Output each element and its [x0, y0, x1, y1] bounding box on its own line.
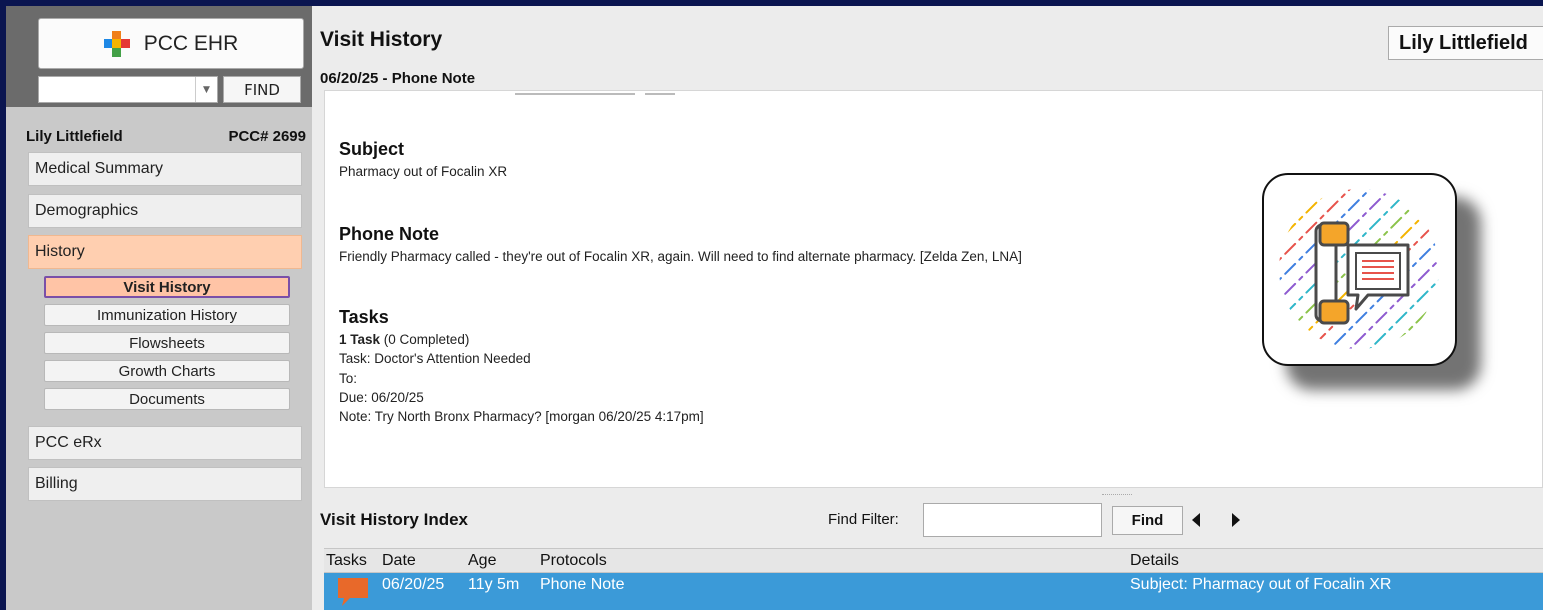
phone-note-icon: [1279, 189, 1439, 349]
chevron-down-icon[interactable]: ▼: [195, 77, 217, 102]
find-filter-button[interactable]: Find: [1112, 506, 1183, 535]
column-protocols[interactable]: Protocols: [540, 552, 607, 570]
row-protocol: Phone Note: [540, 576, 625, 593]
subnav-documents[interactable]: Documents: [44, 388, 290, 410]
task-flag-icon: [338, 578, 368, 606]
task-due: Due: 06/20/25: [339, 390, 424, 405]
nav-pcc-erx[interactable]: PCC eRx: [28, 426, 302, 460]
index-title: Visit History Index: [320, 510, 469, 529]
find-button[interactable]: FIND: [223, 76, 301, 103]
tasks-heading: Tasks: [339, 307, 389, 327]
note-header: 06/20/25 - Phone Note: [320, 70, 476, 87]
pcc-ehr-button[interactable]: PCC EHR: [38, 18, 304, 69]
patient-name: Lily Littlefield: [26, 127, 123, 145]
task-note: Note: Try North Bronx Pharmacy? [morgan …: [339, 409, 704, 424]
phone-note-text: Friendly Pharmacy called - they're out o…: [339, 249, 1022, 264]
brand-area: PCC EHR ▼ FIND: [6, 6, 312, 107]
nav-demographics[interactable]: Demographics: [28, 194, 302, 228]
column-age[interactable]: Age: [468, 552, 496, 570]
task-to: To:: [339, 371, 358, 386]
column-details[interactable]: Details: [1130, 552, 1179, 570]
brand-logo-icon: [103, 30, 130, 57]
find-filter-label: Find Filter:: [828, 511, 899, 528]
row-date: 06/20/25: [382, 576, 445, 593]
tasks-count: 1 Task (0 Completed): [339, 332, 469, 347]
column-tasks[interactable]: Tasks: [326, 552, 367, 570]
arrow-right-icon[interactable]: [1232, 513, 1240, 527]
nav-medical-summary[interactable]: Medical Summary: [28, 152, 302, 186]
table-row[interactable]: 06/20/25 11y 5m Phone Note Subject: Phar…: [324, 573, 1543, 610]
clipped-text-line: [325, 91, 1542, 99]
find-filter-input[interactable]: [923, 503, 1102, 537]
arrow-left-icon[interactable]: [1192, 513, 1200, 527]
page-title: Visit History: [320, 28, 443, 51]
tasks-count-rest: (0 Completed): [380, 332, 470, 347]
patient-search: ▼ FIND: [38, 76, 301, 103]
subject-text: Pharmacy out of Focalin XR: [339, 164, 508, 179]
nav-billing[interactable]: Billing: [28, 467, 302, 501]
panel-splitter[interactable]: [1102, 494, 1132, 498]
patient-search-select[interactable]: ▼: [38, 76, 218, 103]
patient-name-button[interactable]: Lily Littlefield: [1388, 26, 1543, 60]
table-header: Tasks Date Age Protocols Details: [324, 548, 1543, 573]
sidebar: PCC EHR ▼ FIND Lily Littlefield PCC# 269…: [6, 6, 312, 610]
brand-title: PCC EHR: [143, 31, 239, 55]
subject-heading: Subject: [339, 139, 405, 159]
tasks-count-bold: 1 Task: [339, 332, 381, 347]
nav-history[interactable]: History: [28, 235, 302, 269]
subnav-visit-history[interactable]: Visit History: [44, 276, 290, 298]
task-name: Task: Doctor's Attention Needed: [339, 351, 531, 366]
subnav-flowsheets[interactable]: Flowsheets: [44, 332, 290, 354]
row-details: Subject: Pharmacy out of Focalin XR: [1130, 576, 1392, 593]
patient-header: Lily Littlefield PCC# 2699: [6, 124, 312, 148]
patient-pcc-number: PCC# 2699: [228, 127, 306, 145]
column-date[interactable]: Date: [382, 552, 416, 570]
subnav-growth-charts[interactable]: Growth Charts: [44, 360, 290, 382]
phone-note-heading: Phone Note: [339, 224, 440, 244]
phone-note-card: [1262, 173, 1457, 366]
subnav-immunization-history[interactable]: Immunization History: [44, 304, 290, 326]
row-age: 11y 5m: [468, 576, 520, 593]
